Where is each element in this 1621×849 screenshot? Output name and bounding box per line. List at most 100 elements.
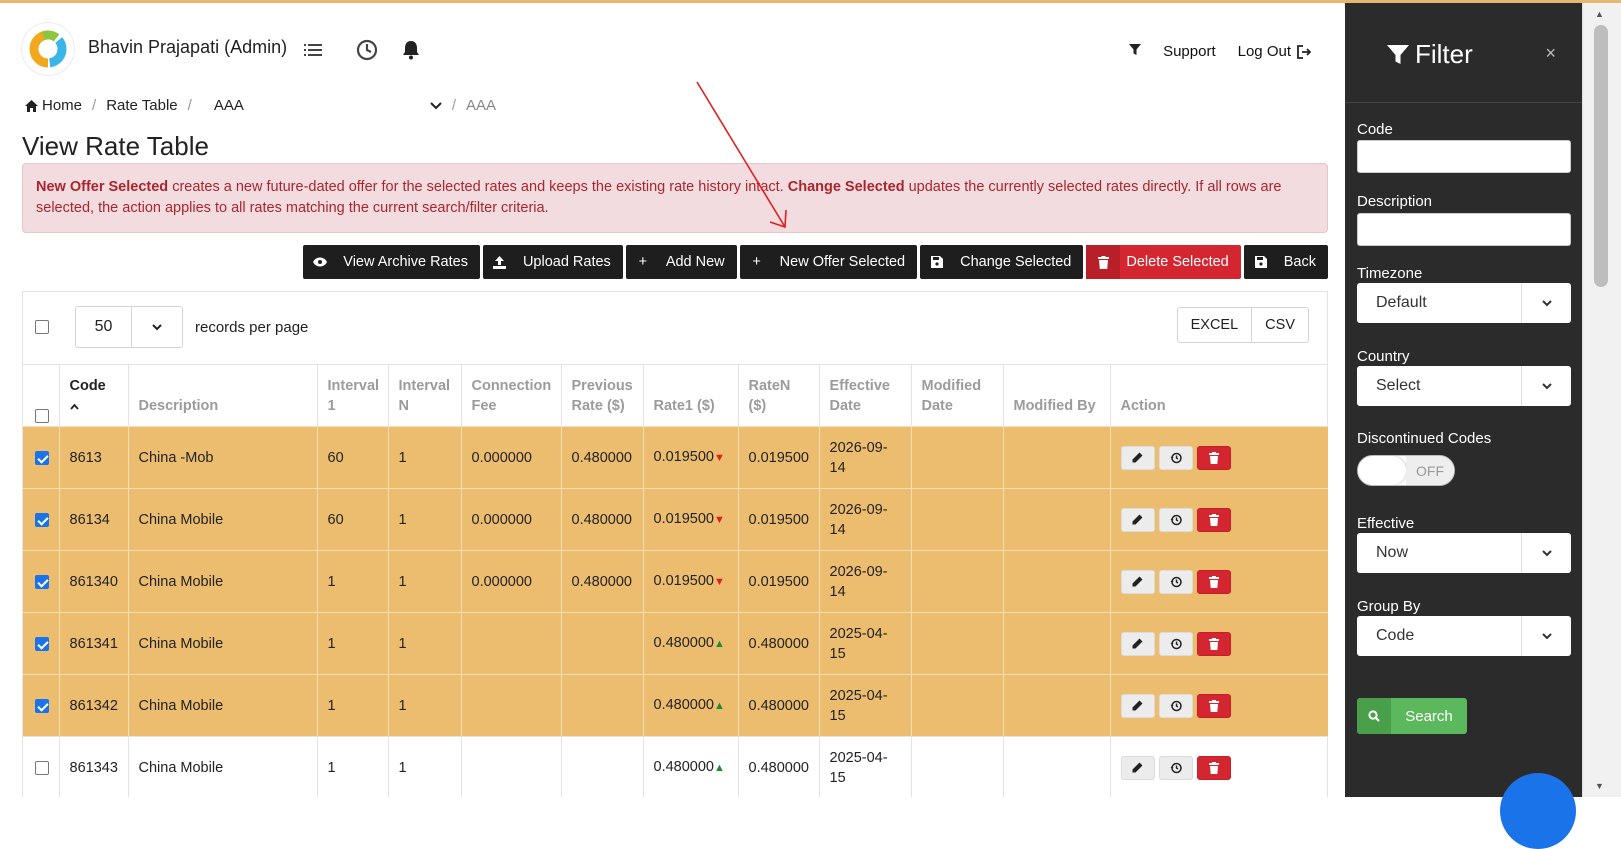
filter-toggle-icon[interactable] xyxy=(1129,43,1142,60)
row-checkbox[interactable] xyxy=(35,512,49,527)
select-all-checkbox[interactable] xyxy=(35,409,49,424)
delete-rate-button[interactable] xyxy=(1196,631,1231,656)
table-row[interactable]: 861342 China Mobile 1 1 0.480000▲ 0.480000 202… xyxy=(23,674,1328,737)
group-by-filter-select[interactable]: Code xyxy=(1357,616,1571,656)
rate-history-button[interactable] xyxy=(1158,631,1193,656)
table-row[interactable]: 861340 China Mobile 1 1 0.000000 0.480000 0.01… xyxy=(23,550,1328,613)
rate-table-select[interactable]: AAA xyxy=(202,97,442,114)
list-menu-icon[interactable] xyxy=(302,39,324,61)
back-button[interactable]: Back xyxy=(1243,245,1328,279)
interval1-value: 60 xyxy=(327,511,344,528)
column-header-modified-by[interactable]: Modified By xyxy=(1002,364,1110,427)
cell-modified-by xyxy=(1002,488,1110,551)
change-selected-button[interactable]: Change Selected xyxy=(920,245,1084,279)
delete-rate-button[interactable] xyxy=(1196,693,1231,718)
filter-search-button[interactable]: Search xyxy=(1357,698,1467,734)
row-checkbox[interactable] xyxy=(35,698,49,713)
trash-icon xyxy=(1208,513,1219,526)
country-filter-select[interactable]: Select xyxy=(1357,366,1571,406)
edit-rate-button[interactable] xyxy=(1120,631,1155,656)
home-icon xyxy=(25,99,38,112)
upload-rates-button[interactable]: Upload Rates xyxy=(482,245,623,279)
cell-description: China Mobile xyxy=(127,674,317,737)
column-header-code[interactable]: Code xyxy=(58,364,128,427)
close-filter-icon[interactable]: × xyxy=(1545,43,1556,64)
cell-code: 861343 xyxy=(58,736,128,797)
rate-history-button[interactable] xyxy=(1158,507,1193,532)
add-new-button[interactable]: + Add New xyxy=(625,245,737,279)
breadcrumb-rate-table[interactable]: Rate Table xyxy=(106,97,177,114)
page-scrollbar[interactable]: ▲ ▼ xyxy=(1582,3,1621,797)
column-header-raten[interactable]: RateN ($) xyxy=(737,364,819,427)
bell-icon[interactable] xyxy=(400,39,422,61)
delete-selected-button[interactable]: Delete Selected xyxy=(1086,245,1241,279)
table-row[interactable]: 861343 China Mobile 1 1 0.480000▲ 0.480000 202… xyxy=(23,736,1328,797)
rate-history-button[interactable] xyxy=(1158,755,1193,780)
cell-description: China Mobile xyxy=(127,612,317,675)
scroll-down-icon[interactable]: ▼ xyxy=(1595,781,1604,791)
edit-rate-button[interactable] xyxy=(1120,507,1155,532)
column-header-interval1[interactable]: Interval 1 xyxy=(316,364,388,427)
column-header-description[interactable]: Description xyxy=(127,364,317,427)
view-archive-rates-button[interactable]: View Archive Rates xyxy=(303,245,480,279)
excel-export-button[interactable]: EXCEL xyxy=(1178,308,1252,342)
delete-rate-button[interactable] xyxy=(1196,755,1231,780)
new-offer-selected-button[interactable]: + New Offer Selected xyxy=(739,245,918,279)
cell-previous-rate: 0.480000 xyxy=(560,426,643,489)
rate-history-button[interactable] xyxy=(1158,445,1193,470)
code-filter-input[interactable] xyxy=(1357,140,1571,173)
breadcrumb-home[interactable]: Home xyxy=(42,97,82,114)
intervaln-value: 1 xyxy=(398,449,407,466)
logo-icon xyxy=(29,30,67,68)
effective-filter-select[interactable]: Now xyxy=(1357,533,1571,573)
table-row[interactable]: 861341 China Mobile 1 1 0.480000▲ 0.480000 202… xyxy=(23,612,1328,675)
cell-interval1: 1 xyxy=(316,550,388,613)
table-row[interactable]: 8613 China -Mob 60 1 0.000000 0.480000 0.01950… xyxy=(23,426,1328,489)
edit-rate-button[interactable] xyxy=(1120,755,1155,780)
column-header-modified-date[interactable]: Modified Date xyxy=(910,364,1003,427)
trash-icon xyxy=(1208,575,1219,588)
column-header-connection-fee[interactable]: Connection Fee xyxy=(460,364,561,427)
logout-icon xyxy=(1297,44,1311,59)
main-content: Bhavin Prajapati (Admin) Support Log Out… xyxy=(0,3,1345,797)
rate-history-button[interactable] xyxy=(1158,693,1193,718)
plus-icon: + xyxy=(638,254,648,270)
delete-rate-button[interactable] xyxy=(1196,445,1231,470)
rate1-value: 0.019500 xyxy=(653,449,714,465)
scrollbar-thumb[interactable] xyxy=(1594,25,1608,287)
support-link[interactable]: Support xyxy=(1163,43,1216,60)
column-header-intervaln[interactable]: Interval N xyxy=(387,364,461,427)
trash-icon xyxy=(1086,245,1121,279)
edit-rate-button[interactable] xyxy=(1120,569,1155,594)
code-value: 861342 xyxy=(69,697,118,714)
delete-rate-button[interactable] xyxy=(1196,507,1231,532)
column-header-rate1[interactable]: Rate1 ($) xyxy=(642,364,738,427)
delete-rate-button[interactable] xyxy=(1196,569,1231,594)
clock-history-icon[interactable] xyxy=(356,39,378,61)
edit-rate-button[interactable] xyxy=(1120,693,1155,718)
csv-export-button[interactable]: CSV xyxy=(1251,308,1308,342)
row-checkbox[interactable] xyxy=(35,574,49,589)
effective-date-value: 2026-09-14 xyxy=(829,563,888,600)
row-checkbox[interactable] xyxy=(35,760,49,775)
cell-raten: 0.480000 xyxy=(737,674,819,737)
select-page-checkbox[interactable] xyxy=(35,320,49,334)
row-checkbox[interactable] xyxy=(35,450,49,465)
column-header-previous-rate[interactable]: Previous Rate ($) xyxy=(560,364,643,427)
edit-rate-button[interactable] xyxy=(1120,445,1155,470)
rate-history-button[interactable] xyxy=(1158,569,1193,594)
chat-widget-button[interactable] xyxy=(1500,773,1576,849)
row-checkbox[interactable] xyxy=(35,636,49,651)
column-header-effective-date[interactable]: Effective Date xyxy=(818,364,911,427)
discontinued-codes-toggle[interactable]: OFF xyxy=(1357,455,1455,486)
timezone-filter-select[interactable]: Default xyxy=(1357,283,1571,323)
records-per-page-select[interactable]: 50 xyxy=(75,306,183,348)
logout-link[interactable]: Log Out xyxy=(1238,43,1311,60)
chevron-down-icon xyxy=(1521,283,1571,323)
scroll-up-icon[interactable]: ▲ xyxy=(1595,9,1604,19)
app-logo[interactable] xyxy=(22,23,74,75)
intervaln-value: 1 xyxy=(398,573,407,590)
table-row[interactable]: 86134 China Mobile 60 1 0.000000 0.480000 0.01… xyxy=(23,488,1328,551)
description-filter-input[interactable] xyxy=(1357,213,1571,246)
user-name[interactable]: Bhavin Prajapati (Admin) xyxy=(88,37,287,58)
